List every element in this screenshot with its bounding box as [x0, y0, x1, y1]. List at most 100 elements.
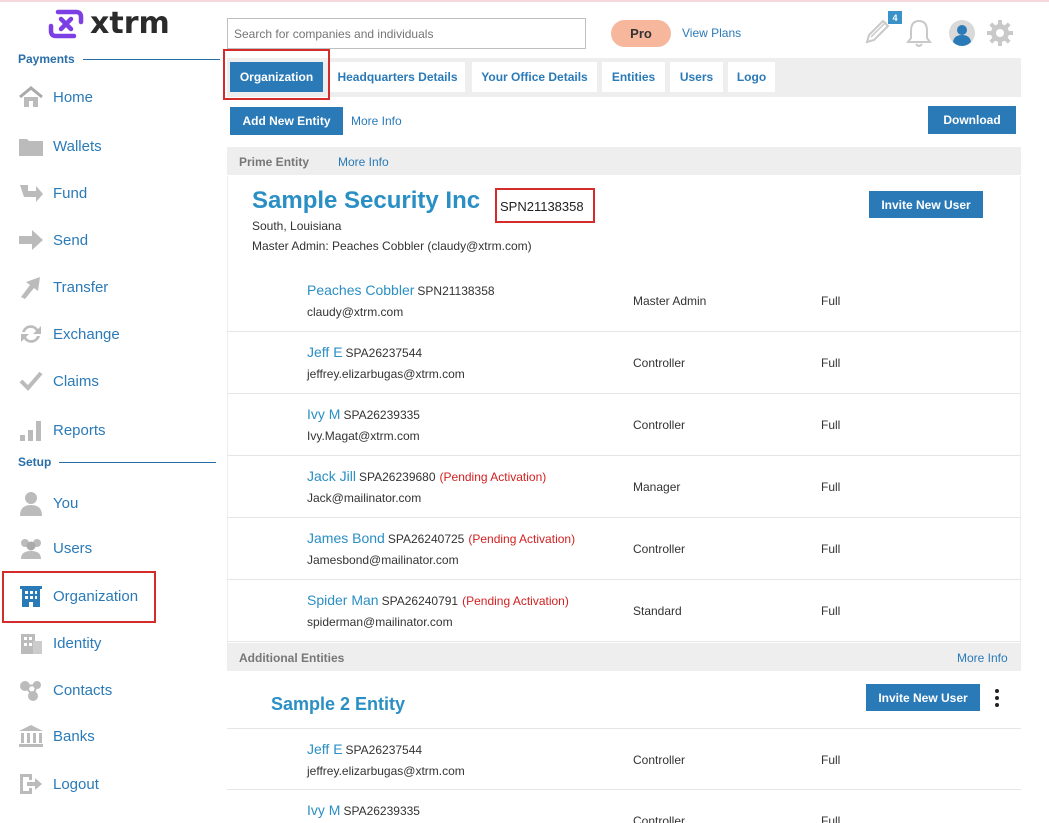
sidebar-item-exchange[interactable]: Exchange [18, 320, 120, 348]
user-access: Full [821, 542, 841, 556]
user-name-link[interactable]: James Bond [307, 530, 385, 546]
user-id: SPA26237544 [345, 743, 423, 757]
prime-more-info-link[interactable]: More Info [338, 155, 389, 169]
tab-logo[interactable]: Logo [728, 62, 775, 92]
table-row[interactable]: Spider Man SPA26240791 (Pending Activation… [227, 580, 1021, 642]
table-row[interactable]: Peaches Cobbler SPN21138358 claudy@xtrm.c… [227, 270, 1021, 332]
table-row[interactable]: James Bond SPA26240725 (Pending Activation… [227, 518, 1021, 580]
user-name-link[interactable]: Ivy M [307, 406, 340, 422]
table-row[interactable]: Ivy M SPA26239335 Ivy.Magat@xtrm.com Cont… [227, 394, 1021, 456]
divider [82, 58, 220, 60]
sidebar-item-home[interactable]: Home [18, 83, 93, 111]
prime-entity-name: Sample Security Inc [252, 187, 481, 214]
users-icon [18, 535, 44, 561]
notification-count-badge: 4 [888, 11, 902, 24]
additional-more-info-link[interactable]: More Info [957, 651, 1008, 665]
sidebar-item-label: Contacts [53, 681, 113, 699]
tab-entities[interactable]: Entities [602, 62, 665, 92]
additional-entities-title: Additional Entities [239, 651, 345, 665]
user-email: jeffrey.elizarbugas@xtrm.com [307, 367, 465, 381]
tab-users[interactable]: Users [670, 62, 723, 92]
sidebar-item-users[interactable]: Users [18, 534, 92, 562]
sidebar-item-label: Reports [53, 421, 106, 439]
download-button[interactable]: Download [928, 106, 1016, 134]
sidebar-item-label: Exchange [53, 325, 120, 343]
tab-your-office-details[interactable]: Your Office Details [472, 62, 597, 92]
user-name-line: Jeff E SPA26237544 [307, 741, 422, 757]
sidebar-item-you[interactable]: You [18, 489, 78, 517]
add-new-entity-button[interactable]: Add New Entity [230, 107, 343, 135]
sidebar-item-label: Home [53, 88, 94, 106]
invite-new-user-button[interactable]: Invite New User [866, 684, 980, 711]
user-name-link[interactable]: Peaches Cobbler [307, 282, 414, 298]
tab-headquarters-details[interactable]: Headquarters Details [330, 62, 465, 92]
pending-activation-label: (Pending Activation) [462, 594, 569, 608]
table-row[interactable]: Jeff E SPA26237544 jeffrey.elizarbugas@xt… [227, 728, 1021, 790]
transfer-arrow-icon [18, 274, 44, 300]
bar-chart-icon [18, 417, 44, 443]
user-avatar-icon[interactable] [948, 19, 976, 52]
prime-entity-title: Prime Entity [239, 155, 310, 169]
user-access: Full [821, 480, 841, 494]
user-name-line: Ivy M SPA26239335 [307, 802, 420, 818]
pro-badge-button[interactable]: Pro [611, 20, 671, 47]
send-arrow-icon [18, 227, 44, 253]
sidebar-item-logout[interactable]: Logout [18, 770, 99, 798]
sidebar-item-reports[interactable]: Reports [18, 416, 106, 444]
user-id: SPA26237544 [345, 346, 423, 360]
sidebar-item-send[interactable]: Send [18, 226, 88, 254]
view-plans-link[interactable]: View Plans [682, 26, 741, 40]
identity-icon [18, 630, 44, 656]
user-role: Master Admin [633, 294, 707, 308]
bell-icon[interactable] [905, 18, 933, 53]
more-info-link[interactable]: More Info [351, 114, 402, 128]
user-email: Jack@mailinator.com [307, 491, 422, 505]
sidebar-item-banks[interactable]: Banks [18, 722, 95, 750]
setup-title-text: Setup [18, 455, 52, 469]
sidebar-item-transfer[interactable]: Transfer [18, 273, 108, 301]
user-role: Controller [633, 542, 686, 556]
user-name-link[interactable]: Jeff E [307, 741, 343, 757]
sidebar-item-label: Fund [53, 184, 88, 202]
gear-icon[interactable] [986, 19, 1014, 52]
pending-activation-label: (Pending Activation) [439, 470, 547, 484]
user-email: jeffrey.elizarbugas@xtrm.com [307, 764, 465, 778]
highlight-box [2, 571, 156, 623]
more-options-icon[interactable] [994, 689, 1000, 707]
user-role: Controller [633, 814, 686, 823]
home-icon [18, 84, 44, 110]
invite-new-user-button[interactable]: Invite New User [869, 191, 983, 218]
sidebar-item-contacts[interactable]: Contacts [18, 676, 112, 704]
user-role: Controller [633, 356, 686, 370]
prime-entity-location: South, Louisiana [252, 219, 342, 233]
sidebar-item-label: Logout [53, 775, 99, 793]
table-row[interactable]: Ivy M SPA26239335 Controller Full [227, 790, 1021, 823]
user-name-link[interactable]: Ivy M [307, 802, 340, 818]
sidebar-item-fund[interactable]: Fund [18, 179, 87, 207]
checkmark-icon [18, 368, 44, 394]
sidebar-item-label: Identity [53, 634, 102, 652]
user-name-link[interactable]: Jack Jill [307, 468, 356, 484]
user-role: Controller [633, 753, 686, 767]
user-name-link[interactable]: Jeff E [307, 344, 343, 360]
table-row[interactable]: Jack Jill SPA26239680 (Pending Activation)… [227, 456, 1021, 518]
search-input[interactable] [227, 18, 586, 49]
user-name-link[interactable]: Spider Man [307, 592, 379, 608]
sidebar-item-identity[interactable]: Identity [18, 629, 101, 657]
table-row[interactable]: Jeff E SPA26237544 jeffrey.elizarbugas@xt… [227, 332, 1021, 394]
user-access: Full [821, 753, 841, 767]
top-accent-line [0, 0, 1049, 2]
user-access: Full [821, 356, 841, 370]
user-name-line: Spider Man SPA26240791 (Pending Activation… [307, 592, 569, 608]
user-name-line: James Bond SPA26240725 (Pending Activation… [307, 530, 575, 546]
sidebar-item-label: Wallets [53, 137, 102, 155]
user-id: SPA26239335 [343, 408, 420, 422]
sidebar-item-label: Send [53, 231, 89, 249]
sidebar-item-claims[interactable]: Claims [18, 367, 99, 395]
prime-entity-spn: SPN21138358 [495, 188, 595, 223]
user-email: spiderman@mailinator.com [307, 615, 453, 629]
user-id: SPA26239680 [359, 470, 436, 484]
xtrm-logo[interactable]: xtrm [48, 6, 170, 41]
user-email: Ivy.Magat@xtrm.com [307, 429, 420, 443]
sidebar-item-wallets[interactable]: Wallets [18, 132, 102, 160]
